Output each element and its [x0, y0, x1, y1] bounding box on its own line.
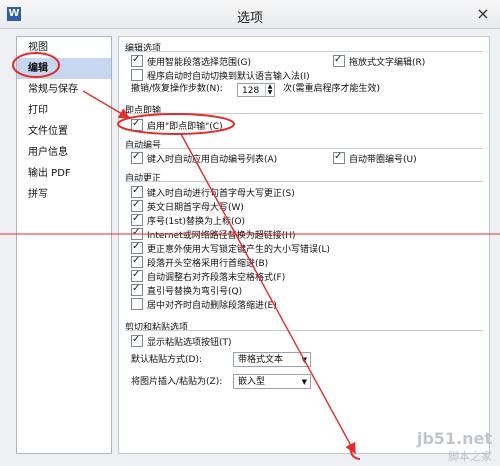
autocorrect-option[interactable]: 段落开头空格采用行首缩进(B) [131, 254, 269, 269]
title-bar: W 选项 × [0, 0, 500, 29]
show-paste-button-checkbox[interactable]: 显示粘贴选项按钮(T) [131, 333, 232, 348]
checkbox-box[interactable] [131, 240, 143, 254]
checkbox-box[interactable] [131, 69, 143, 81]
smart-paragraph-checkbox[interactable]: 使用智能段落选择范围(G) [131, 53, 251, 68]
checkbox-label: 自动调整右对齐段落末空格格式(F) [147, 273, 286, 283]
undo-steps-spinbox[interactable]: 128 ▲ ▼ [237, 83, 275, 97]
sidebar-item-file-location[interactable]: 文件位置 [17, 121, 111, 142]
drag-edit-checkbox[interactable]: 拖放式文字编辑(R) [333, 53, 426, 68]
section-title-editing: 编辑选项 [125, 44, 162, 54]
checkbox-label: 序号(1st)替换为上标(O) [147, 217, 246, 227]
dropdown-value: 带格式文本 [238, 355, 284, 365]
checkbox-label: 拖放式文字编辑(R) [349, 58, 426, 68]
checkbox-box[interactable] [131, 282, 143, 296]
checkbox-box[interactable] [131, 53, 143, 67]
watermark-url: jb51.net [416, 429, 492, 448]
sidebar-item-edit[interactable]: 编辑 [17, 58, 111, 79]
sidebar-item-general-save[interactable]: 常规与保存 [17, 79, 111, 100]
auto-number-list-checkbox[interactable]: 键入时自动应用自动编号列表(A) [131, 150, 278, 165]
section-divider [125, 51, 483, 52]
chevron-down-icon[interactable]: ▼ [302, 375, 307, 390]
checkbox-label: 更正意外使用大写锁定键产生的大小写错误(L) [147, 245, 331, 255]
undo-steps-label: 撤销/恢复操作步数(N): [131, 84, 223, 94]
undo-steps-value: 128 [242, 86, 260, 96]
options-window: W 选项 × 视图 编辑 常规与保存 打印 文件位置 用户信息 输出 PDF 拼… [0, 0, 500, 466]
autocorrect-option[interactable]: 自动调整右对齐段落末空格格式(F) [131, 268, 286, 283]
section-divider [125, 148, 483, 149]
section-divider [125, 181, 483, 182]
sidebar-item-spelling[interactable]: 拼写 [17, 184, 111, 205]
checkbox-label: 显示粘贴选项按钮(T) [147, 338, 232, 348]
checkbox-label: 使用智能段落选择范围(G) [147, 58, 251, 68]
autocorrect-option[interactable]: 居中对齐时自动删除段落缩进(E) [131, 298, 277, 311]
window-title: 选项 [236, 11, 263, 26]
autocorrect-option[interactable]: 键入时自动进行句首字母大写更正(S) [131, 184, 295, 199]
site-watermark: jb51.net 脚本之家 [417, 429, 492, 464]
checkbox-box[interactable] [131, 298, 143, 310]
image-paste-label: 将图片插入/粘贴为(Z): [131, 377, 223, 387]
checkbox-label: 自动带圈编号(U) [349, 155, 417, 165]
dropdown-value: 嵌入型 [238, 377, 266, 387]
default-paste-label: 默认粘贴方式(D): [131, 355, 202, 365]
sidebar-item-pdf-output[interactable]: 输出 PDF [17, 163, 111, 184]
section-title-auto-numbering: 自动编号 [125, 141, 162, 151]
section-divider [125, 113, 483, 114]
sidebar-item-print[interactable]: 打印 [17, 100, 111, 121]
auto-switch-ime-checkbox[interactable]: 程序启动时自动切换到默认语言输入法(I) [131, 69, 310, 82]
checkbox-label: 启用"即点即输"(C) [147, 122, 223, 132]
checkbox-box[interactable] [131, 212, 143, 226]
section-title-instant-input: 即点即输 [125, 106, 162, 116]
options-content-panel: 编辑选项 使用智能段落选择范围(G) 拖放式文字编辑(R) 程序启动时自动切换到… [118, 36, 490, 454]
checkbox-box[interactable] [131, 198, 143, 212]
spin-arrows-icon[interactable]: ▲ ▼ [265, 84, 274, 96]
chevron-down-icon[interactable]: ▼ [302, 353, 307, 368]
auto-circle-number-checkbox[interactable]: 自动带圈编号(U) [333, 150, 417, 165]
autocorrect-option[interactable]: 英文日期首字母大写(W) [131, 198, 244, 213]
enable-click-and-type-checkbox[interactable]: 启用"即点即输"(C) [131, 117, 223, 132]
close-button[interactable]: × [474, 5, 492, 23]
options-sidebar: 视图 编辑 常规与保存 打印 文件位置 用户信息 输出 PDF 拼写 [16, 36, 112, 454]
autocorrect-option[interactable]: 直引号替换为弯引号(Q) [131, 282, 243, 297]
checkbox-label: 直引号替换为弯引号(Q) [147, 287, 243, 297]
checkbox-box[interactable] [131, 150, 143, 164]
checkbox-box[interactable] [333, 150, 345, 164]
checkbox-box[interactable] [131, 333, 143, 347]
checkbox-box[interactable] [131, 254, 143, 268]
section-title-paste: 剪切和粘贴选项 [125, 323, 189, 333]
undo-steps-hint: 次(需重启程序才能生效) [283, 84, 381, 94]
sidebar-item-view[interactable]: 视图 [17, 37, 111, 58]
autocorrect-option[interactable]: 更正意外使用大写锁定键产生的大小写错误(L) [131, 240, 331, 255]
checkbox-label: 键入时自动应用自动编号列表(A) [147, 155, 278, 165]
checkbox-label: 英文日期首字母大写(W) [147, 203, 244, 213]
checkbox-label: 键入时自动进行句首字母大写更正(S) [147, 189, 295, 199]
checkbox-label: 居中对齐时自动删除段落缩进(E) [147, 301, 277, 311]
default-paste-dropdown[interactable]: 带格式文本 ▼ [233, 352, 311, 367]
checkbox-label: 段落开头空格采用行首缩进(B) [147, 259, 269, 269]
autocorrect-option[interactable]: 序号(1st)替换为上标(O) [131, 212, 246, 227]
image-paste-dropdown[interactable]: 嵌入型 ▼ [233, 374, 311, 389]
checkbox-box[interactable] [131, 117, 143, 131]
checkbox-label: Internet或网络路径替换为超链接(H) [147, 231, 296, 241]
checkbox-box[interactable] [131, 226, 143, 240]
checkbox-box[interactable] [333, 53, 345, 67]
watermark-name: 脚本之家 [448, 450, 492, 463]
sidebar-item-user-info[interactable]: 用户信息 [17, 142, 111, 163]
checkbox-box[interactable] [131, 268, 143, 282]
checkbox-label: 程序启动时自动切换到默认语言输入法(I) [147, 72, 310, 82]
section-title-autocorrect: 自动更正 [125, 174, 162, 184]
autocorrect-option[interactable]: Internet或网络路径替换为超链接(H) [131, 226, 296, 241]
section-divider [125, 330, 483, 331]
checkbox-box[interactable] [131, 184, 143, 198]
